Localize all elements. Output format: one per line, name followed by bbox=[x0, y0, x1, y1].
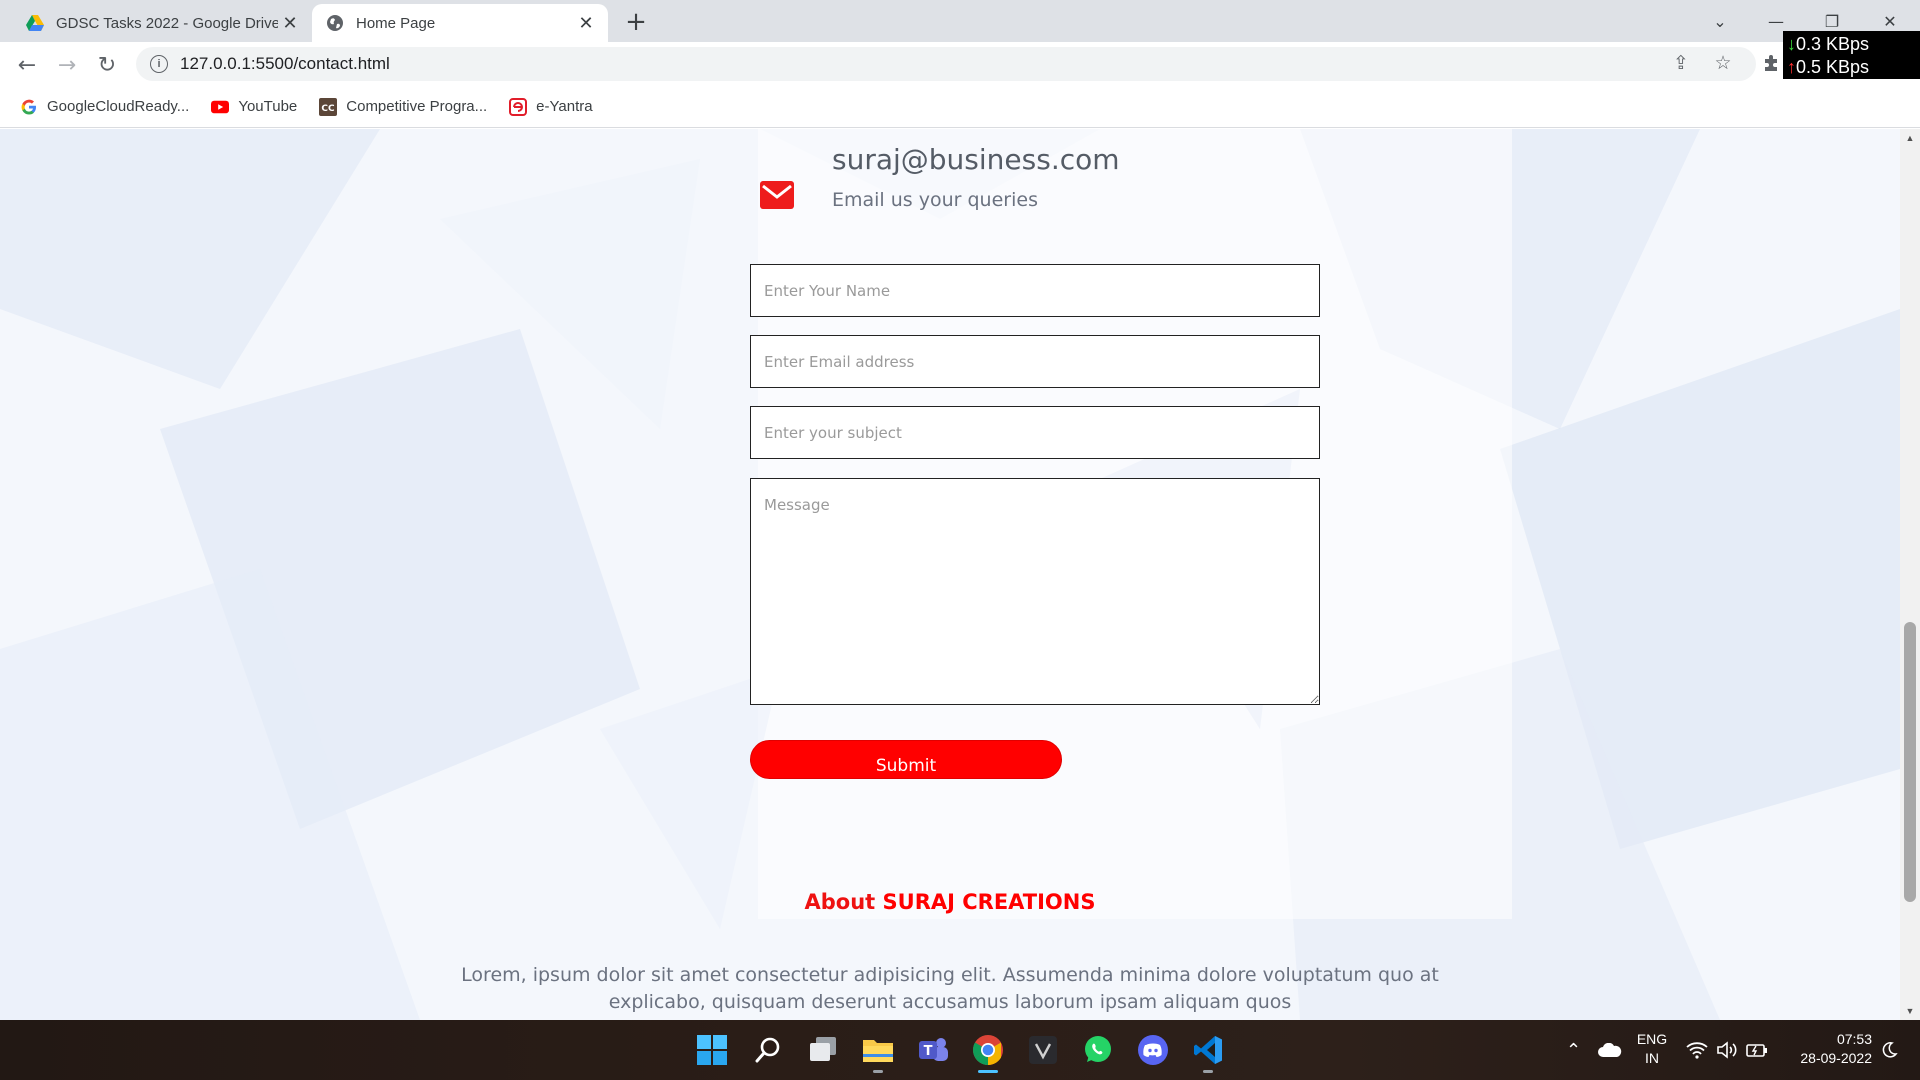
submit-button[interactable]: Submit bbox=[750, 740, 1062, 779]
forward-icon[interactable]: → bbox=[52, 50, 82, 80]
about-brand: SURAJ CREATIONS bbox=[882, 890, 1096, 914]
share-icon[interactable]: ⇪ bbox=[1666, 48, 1696, 78]
e-yantra-icon bbox=[509, 97, 528, 116]
running-indicator bbox=[1203, 1070, 1213, 1073]
volume-icon[interactable] bbox=[1716, 1020, 1738, 1080]
tab-google-drive[interactable]: GDSC Tasks 2022 - Google Drive ✕ bbox=[12, 4, 312, 42]
envelope-icon bbox=[760, 181, 794, 209]
region-code: IN bbox=[1645, 1050, 1659, 1066]
vectr-icon[interactable] bbox=[1023, 1030, 1063, 1070]
bookmark-googlecloudready[interactable]: GoogleCloudReady... bbox=[20, 98, 189, 116]
upload-speed: 0.5 KBps bbox=[1796, 57, 1870, 77]
svg-text:CC: CC bbox=[322, 104, 336, 114]
close-tab-icon[interactable]: ✕ bbox=[278, 11, 302, 35]
clock-time: 07:53 bbox=[1836, 1031, 1872, 1047]
bookmark-youtube[interactable]: YouTube bbox=[211, 98, 297, 116]
search-icon[interactable] bbox=[748, 1030, 788, 1070]
page-scrollbar[interactable]: ▲ ▼ bbox=[1900, 129, 1920, 1020]
battery-icon[interactable] bbox=[1746, 1020, 1768, 1080]
url-text: 127.0.0.1:5500/contact.html bbox=[180, 54, 390, 73]
new-tab-button[interactable]: + bbox=[622, 7, 650, 37]
clock-date: 28-09-2022 bbox=[1800, 1050, 1872, 1066]
onedrive-icon[interactable] bbox=[1598, 1020, 1622, 1080]
close-tab-icon[interactable]: ✕ bbox=[574, 11, 598, 35]
scroll-down-arrow-icon[interactable]: ▼ bbox=[1900, 1002, 1920, 1020]
tab-search-icon[interactable]: ⌄ bbox=[1700, 4, 1740, 38]
bookmarks-bar: GoogleCloudReady... YouTube CC Competiti… bbox=[0, 86, 1920, 128]
google-icon bbox=[20, 98, 38, 116]
upload-arrow-icon: ↑ bbox=[1787, 57, 1796, 77]
reload-icon[interactable]: ↻ bbox=[92, 50, 122, 80]
address-bar[interactable]: i 127.0.0.1:5500/contact.html bbox=[136, 47, 1756, 81]
tab-title: Home Page bbox=[356, 14, 436, 32]
bookmark-star-icon[interactable]: ☆ bbox=[1708, 48, 1738, 78]
subject-input[interactable] bbox=[750, 406, 1320, 459]
task-view-icon[interactable] bbox=[803, 1030, 843, 1070]
file-explorer-icon[interactable] bbox=[858, 1030, 898, 1073]
cc-icon: CC bbox=[319, 97, 338, 116]
do-not-disturb-icon[interactable] bbox=[1880, 1020, 1898, 1080]
about-heading: About SURAJ CREATIONS bbox=[0, 890, 1900, 914]
page-viewport: suraj@business.com Email us your queries… bbox=[0, 129, 1900, 1020]
language-indicator[interactable]: ENG IN bbox=[1632, 1030, 1672, 1068]
name-input[interactable] bbox=[750, 264, 1320, 317]
network-speed-widget: ↓0.3 KBps ↑0.5 KBps bbox=[1783, 31, 1920, 79]
windows-start-icon[interactable] bbox=[692, 1030, 732, 1070]
extensions-icon[interactable] bbox=[1756, 48, 1786, 78]
wifi-icon[interactable] bbox=[1686, 1020, 1708, 1080]
google-drive-icon bbox=[26, 14, 44, 32]
bookmark-label: e-Yantra bbox=[536, 98, 593, 115]
vscode-icon[interactable] bbox=[1188, 1030, 1228, 1073]
whatsapp-icon[interactable] bbox=[1078, 1030, 1118, 1070]
tab-home-page[interactable]: Home Page ✕ bbox=[312, 4, 608, 42]
scroll-up-arrow-icon[interactable]: ▲ bbox=[1900, 129, 1920, 147]
bookmark-label: GoogleCloudReady... bbox=[47, 98, 190, 115]
about-prefix: About bbox=[804, 890, 883, 914]
about-text: Lorem, ipsum dolor sit amet consectetur … bbox=[461, 964, 1439, 1013]
discord-icon[interactable] bbox=[1133, 1030, 1173, 1070]
active-indicator bbox=[978, 1070, 998, 1073]
youtube-icon bbox=[211, 98, 230, 116]
message-textarea[interactable] bbox=[750, 478, 1320, 705]
tab-strip: GDSC Tasks 2022 - Google Drive ✕ Home Pa… bbox=[0, 0, 1920, 42]
browser-toolbar: ← → ↻ i 127.0.0.1:5500/contact.html ⇪ ☆ bbox=[0, 42, 1920, 86]
windows-taskbar: T ⌃ ENG IN 07:53 28-09-2022 bbox=[0, 1020, 1920, 1080]
svg-text:T: T bbox=[924, 1044, 933, 1059]
bookmark-label: YouTube bbox=[238, 98, 298, 115]
teams-icon[interactable]: T bbox=[913, 1030, 953, 1070]
globe-icon bbox=[326, 14, 344, 32]
clock[interactable]: 07:53 28-09-2022 bbox=[1782, 1030, 1872, 1068]
download-speed: 0.3 KBps bbox=[1796, 34, 1870, 54]
scrollbar-thumb[interactable] bbox=[1904, 622, 1916, 902]
tab-title: GDSC Tasks 2022 - Google Drive bbox=[56, 14, 278, 32]
download-arrow-icon: ↓ bbox=[1787, 34, 1796, 54]
email-input[interactable] bbox=[750, 335, 1320, 388]
site-info-icon[interactable]: i bbox=[150, 55, 168, 73]
chrome-icon[interactable] bbox=[968, 1030, 1008, 1073]
contact-email[interactable]: suraj@business.com bbox=[832, 143, 1120, 176]
language-code: ENG bbox=[1636, 1031, 1668, 1047]
show-hidden-icons-icon[interactable]: ⌃ bbox=[1566, 1020, 1581, 1080]
bookmark-label: Competitive Progra... bbox=[346, 98, 488, 115]
bookmark-e-yantra[interactable]: e-Yantra bbox=[509, 97, 593, 116]
back-icon[interactable]: ← bbox=[12, 50, 42, 80]
bookmark-competitive-programming[interactable]: CC Competitive Progra... bbox=[319, 97, 488, 116]
running-indicator bbox=[873, 1070, 883, 1073]
contact-email-caption: Email us your queries bbox=[832, 189, 1038, 211]
